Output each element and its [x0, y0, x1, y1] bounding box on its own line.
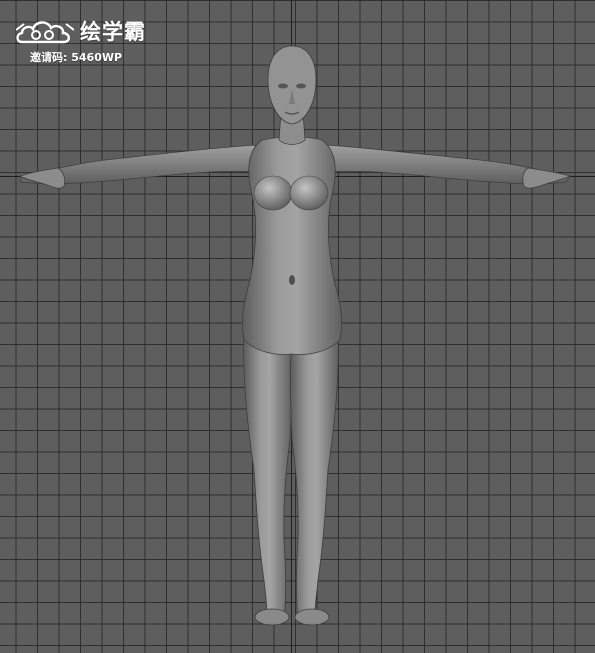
right-breast [289, 175, 329, 211]
right-foot [294, 608, 330, 626]
right-eye [296, 83, 306, 89]
right-leg [290, 329, 339, 623]
head [267, 45, 317, 125]
left-leg [243, 329, 292, 623]
torso [242, 136, 342, 355]
navel [289, 275, 295, 285]
female-base-mesh-model[interactable] [0, 0, 595, 653]
invite-code-text: 邀请码: 5460WP [30, 49, 122, 65]
left-breast [253, 175, 293, 211]
left-foot [254, 608, 290, 626]
right-hand [522, 167, 572, 189]
left-eye [278, 83, 288, 89]
invite-label: 邀请码: [30, 51, 68, 64]
left-hand [19, 167, 66, 189]
brand-name: 绘学霸 [80, 20, 146, 44]
watermark-logo: 绘学霸 [16, 14, 146, 48]
cloud-swirl-logo-icon [16, 21, 74, 44]
invite-code: 5460WP [71, 51, 123, 64]
3d-viewport[interactable]: 绘学霸 邀请码: 5460WP [0, 0, 595, 653]
